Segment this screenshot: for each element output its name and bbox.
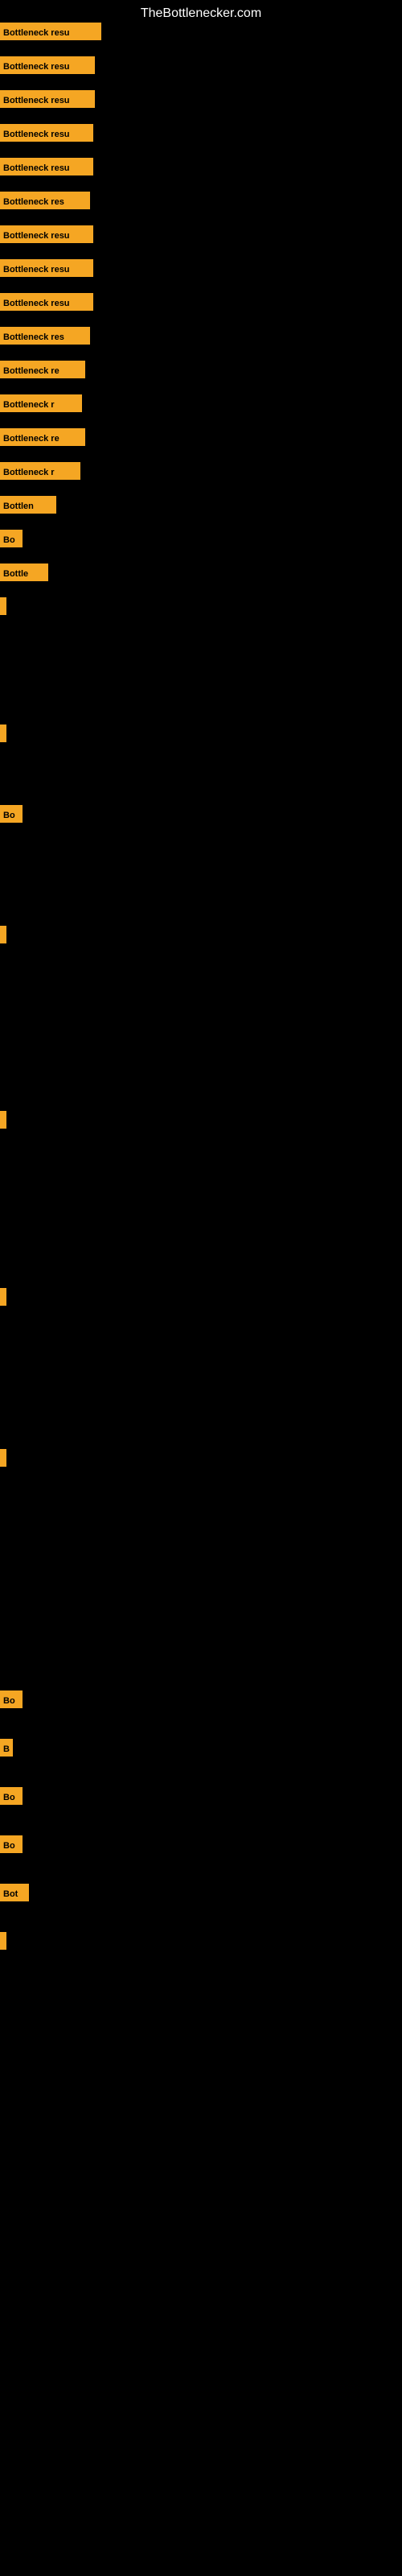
bar-label-12: Bottleneck r — [0, 394, 82, 412]
bottleneck-bar-24 — [0, 1449, 6, 1467]
bar-label-1: Bottleneck resu — [0, 23, 101, 40]
bottleneck-bar-14: Bottleneck r — [0, 462, 80, 480]
bottleneck-bar-5: Bottleneck resu — [0, 158, 93, 175]
bar-segment-18 — [0, 597, 6, 615]
bottleneck-bar-9: Bottleneck resu — [0, 293, 93, 311]
bottleneck-bar-27: Bo — [0, 1787, 23, 1805]
bar-label-15: Bottlen — [0, 496, 56, 514]
bar-label-29: Bot — [0, 1884, 29, 1901]
bottleneck-bar-29: Bot — [0, 1884, 29, 1901]
bottleneck-bar-6: Bottleneck res — [0, 192, 90, 209]
bar-segment-24 — [0, 1449, 6, 1467]
bar-segment-23 — [0, 1288, 6, 1306]
bar-label-4: Bottleneck resu — [0, 124, 93, 142]
bottleneck-bar-11: Bottleneck re — [0, 361, 85, 378]
bottleneck-bar-7: Bottleneck resu — [0, 225, 93, 243]
bottleneck-bar-12: Bottleneck r — [0, 394, 82, 412]
bottleneck-bar-1: Bottleneck resu — [0, 23, 101, 40]
bar-label-20: Bo — [0, 805, 23, 823]
bar-label-14: Bottleneck r — [0, 462, 80, 480]
bar-label-17: Bottle — [0, 564, 48, 581]
bottleneck-bar-8: Bottleneck resu — [0, 259, 93, 277]
bottleneck-bar-26: B — [0, 1739, 13, 1757]
bar-label-27: Bo — [0, 1787, 23, 1805]
bottleneck-bar-20: Bo — [0, 805, 23, 823]
bar-label-25: Bo — [0, 1690, 23, 1708]
bar-label-26: B — [0, 1739, 13, 1757]
bar-label-6: Bottleneck res — [0, 192, 90, 209]
bottleneck-bar-18 — [0, 597, 6, 615]
bar-label-11: Bottleneck re — [0, 361, 85, 378]
bottleneck-bar-30 — [0, 1932, 6, 1950]
bottleneck-bar-16: Bo — [0, 530, 23, 547]
bottleneck-bar-17: Bottle — [0, 564, 48, 581]
bar-segment-30 — [0, 1932, 6, 1950]
bottleneck-bar-23 — [0, 1288, 6, 1306]
bar-label-13: Bottleneck re — [0, 428, 85, 446]
bottleneck-bar-21 — [0, 926, 6, 943]
bar-label-5: Bottleneck resu — [0, 158, 93, 175]
bar-segment-19 — [0, 724, 6, 742]
bottleneck-bar-22 — [0, 1111, 6, 1129]
bottleneck-bar-28: Bo — [0, 1835, 23, 1853]
bottleneck-bar-25: Bo — [0, 1690, 23, 1708]
bar-label-3: Bottleneck resu — [0, 90, 95, 108]
bottleneck-bar-13: Bottleneck re — [0, 428, 85, 446]
bottleneck-bar-3: Bottleneck resu — [0, 90, 95, 108]
bottleneck-bar-19 — [0, 724, 6, 742]
bar-label-8: Bottleneck resu — [0, 259, 93, 277]
bottleneck-bar-15: Bottlen — [0, 496, 56, 514]
bar-segment-22 — [0, 1111, 6, 1129]
bar-label-10: Bottleneck res — [0, 327, 90, 345]
bar-label-28: Bo — [0, 1835, 23, 1853]
bar-segment-21 — [0, 926, 6, 943]
bottleneck-bar-2: Bottleneck resu — [0, 56, 95, 74]
bar-label-9: Bottleneck resu — [0, 293, 93, 311]
bar-label-16: Bo — [0, 530, 23, 547]
bar-label-2: Bottleneck resu — [0, 56, 95, 74]
bottleneck-bar-4: Bottleneck resu — [0, 124, 93, 142]
bar-label-7: Bottleneck resu — [0, 225, 93, 243]
bottleneck-bar-10: Bottleneck res — [0, 327, 90, 345]
